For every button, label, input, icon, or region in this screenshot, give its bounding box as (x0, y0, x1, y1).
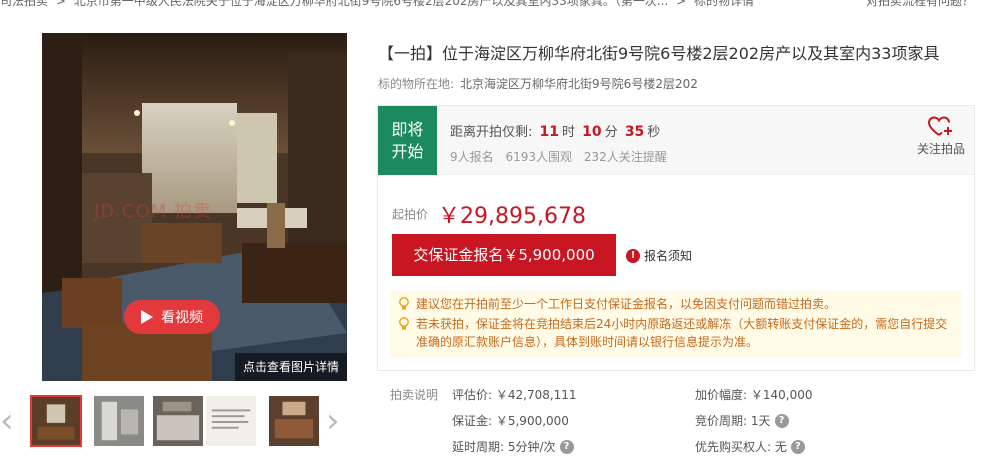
hours-unit: 时 (562, 125, 576, 140)
help-icon[interactable]: ? (774, 413, 789, 428)
bidding-panel: 即将开始 距离开拍仅剩: 11 时 10 分 35 秒 9人报名 6193人围观 23… (377, 105, 975, 371)
increment-text: 加价幅度: ￥140,000 (695, 388, 813, 402)
exclamation-icon: ! (626, 248, 640, 263)
thumbnail-living-room[interactable] (30, 395, 82, 447)
breadcrumb-item-detail: 标的物详情 (693, 0, 754, 8)
breadcrumb-separator: > (55, 0, 66, 8)
chevron-left-icon[interactable]: ‹ (0, 404, 20, 438)
chevron-right-icon[interactable]: › (326, 404, 346, 438)
view-count: 6193人围观 (505, 150, 573, 164)
help-link[interactable]: 对拍卖流程有问题？ (866, 0, 974, 8)
breadcrumb: 司法拍卖 > 北京市第一中级人民法院关于位于海淀区万柳华府北街9号院6号楼2层2… (0, 0, 982, 8)
status-badge: 即将开始 (378, 106, 437, 175)
bid-increment: 加价幅度: ￥140,000 (695, 386, 812, 403)
countdown-timer: 距离开拍仅剩: 11 时 10 分 35 秒 (450, 121, 660, 140)
help-icon[interactable]: ? (559, 439, 574, 454)
lightbulb-icon (399, 297, 409, 310)
priority-buyer-text: 优先购买权人: 无 (695, 440, 787, 454)
watch-video-label: 看视频 (161, 310, 203, 326)
bid-period: 竞价周期: 1天? (695, 412, 789, 429)
tip-item: 若未获拍，保证金将在竞拍结束后24小时内原路返还或解冻（大额转账支付保证金的，需… (398, 315, 954, 351)
auction-stats: 9人报名 6193人围观 232人关注提醒 (450, 148, 675, 165)
thumbnail-bathroom[interactable] (93, 395, 145, 447)
lightbulb-icon (399, 317, 409, 330)
play-icon (141, 310, 153, 324)
pay-deposit-button[interactable]: 交保证金报名￥5,900,000 (392, 234, 616, 276)
deposit-amount: 保证金: ￥5,900,000 (452, 412, 569, 429)
seconds-unit: 秒 (647, 125, 661, 140)
signup-count: 9人报名 (450, 150, 494, 164)
tip-item: 建议您在开拍前至少一个工作日支付保证金报名，以免因支付问题而错过拍卖。 (398, 295, 954, 313)
countdown-hours: 11 (539, 124, 560, 140)
countdown-box: 即将开始 距离开拍仅剩: 11 时 10 分 35 秒 9人报名 6193人围观 23… (378, 106, 974, 175)
countdown-minutes: 10 (582, 124, 602, 140)
start-price-label: 起拍价 (392, 207, 429, 222)
watch-video-button[interactable]: 看视频 (124, 300, 220, 334)
reminder-count: 232人关注提醒 (583, 150, 667, 164)
appraisal-text: 评估价: ￥42,708,111 (452, 388, 577, 402)
heart-plus-icon (928, 116, 952, 136)
breadcrumb-item-court-listing[interactable]: 北京市第一中级人民法院关于位于海淀区万柳华府北街9号院6号楼2层202房产以及其… (74, 0, 669, 8)
follow-item-button[interactable]: 关注拍品 (913, 116, 969, 157)
location-label: 标的物所在地: (378, 77, 455, 91)
main-photo[interactable]: JD.COM 拍卖 看视频 点击查看图片详情 (42, 33, 347, 381)
bid-period-text: 竞价周期: 1天 (695, 414, 771, 428)
extension-period: 延时周期: 5分钟/次? (452, 438, 574, 455)
view-image-details-button[interactable]: 点击查看图片详情 (234, 353, 347, 381)
follow-label: 关注拍品 (916, 142, 965, 156)
photo-watermark: JD.COM 拍卖 (94, 201, 212, 222)
tips-box: 建议您在开拍前至少一个工作日支付保证金报名，以免因支付问题而错过拍卖。 若未获拍… (390, 291, 962, 357)
location-value: 北京海淀区万柳华府北街9号院6号楼2层202 (460, 77, 698, 91)
extension-text: 延时周期: 5分钟/次 (452, 440, 556, 454)
thumbnail-kitchen[interactable] (152, 395, 204, 447)
countdown-seconds: 35 (624, 124, 645, 140)
countdown-label: 距离开拍仅剩: (450, 125, 533, 140)
auction-info-label: 拍卖说明 (390, 388, 439, 402)
thumbnail-document[interactable] (205, 395, 257, 447)
help-icon[interactable]: ? (790, 439, 805, 454)
thumbnail-bedroom[interactable] (268, 395, 320, 447)
item-location: 标的物所在地: 北京海淀区万柳华府北街9号院6号楼2层202 (378, 75, 698, 92)
tip-text: 若未获拍，保证金将在竞拍结束后24小时内原路返还或解冻（大额转账支付保证金的，需… (416, 317, 948, 349)
breadcrumb-separator: > (676, 0, 687, 8)
appraisal-value: 评估价: ￥42,708,111 (452, 386, 577, 403)
thumbnail-strip: ‹ › (0, 392, 350, 450)
registration-notice-label: 报名须知 (644, 249, 693, 263)
deposit-text: 保证金: ￥5,900,000 (452, 414, 569, 428)
page-title: 【一拍】位于海淀区万柳华府北街9号院6号楼2层202房产以及其室内33项家具 (378, 44, 940, 63)
registration-notice-link[interactable]: ! 报名须知 (626, 247, 692, 264)
tip-text: 建议您在开拍前至少一个工作日支付保证金报名，以免因支付问题而错过拍卖。 (416, 297, 837, 311)
start-price-value: ￥29,895,678 (438, 204, 586, 229)
priority-buyer: 优先购买权人: 无? (695, 438, 805, 455)
breadcrumb-item-judicial-auction[interactable]: 司法拍卖 (0, 0, 48, 8)
start-price: 起拍价 ￥29,895,678 (392, 198, 586, 230)
minutes-unit: 分 (604, 125, 618, 140)
